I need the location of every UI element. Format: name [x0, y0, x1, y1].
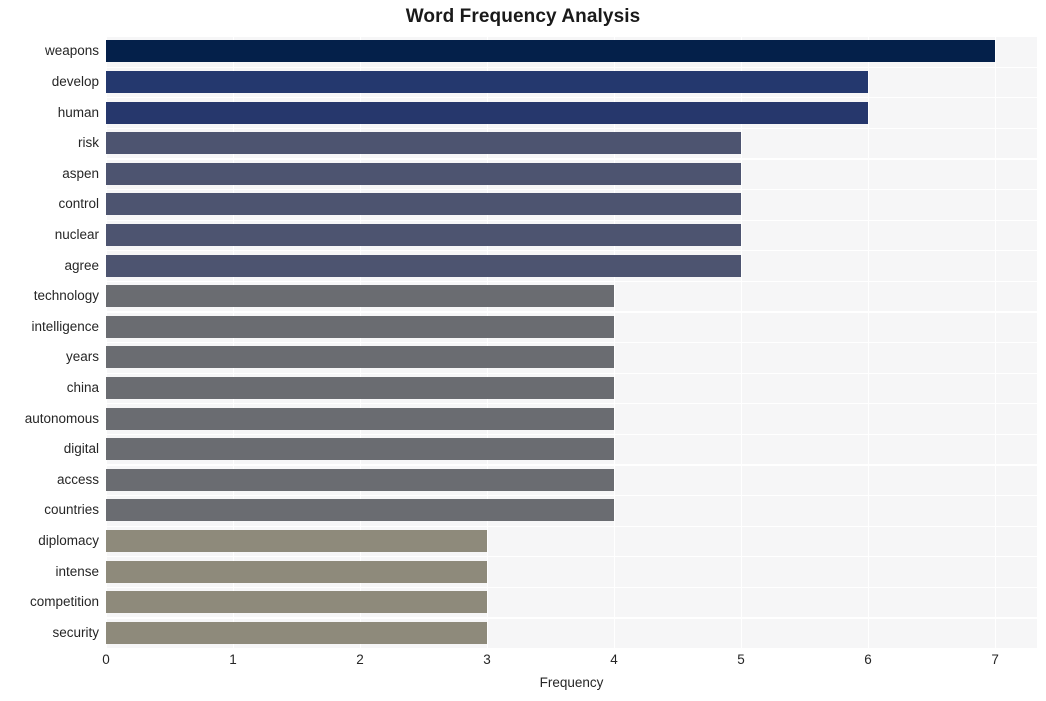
y-axis-label-weapons: weapons — [44, 43, 99, 59]
x-axis-tick-3: 3 — [483, 652, 491, 667]
y-axis-label-risk: risk — [78, 135, 99, 151]
y-axis-label-diplomacy: diplomacy — [38, 532, 99, 548]
y-axis-label-control: control — [58, 196, 99, 212]
bar-intelligence[interactable] — [106, 315, 615, 338]
y-axis-label-china: china — [66, 379, 99, 395]
x-axis-title: Frequency — [539, 675, 604, 690]
y-axis-label-years: years — [65, 349, 99, 365]
plot-area — [106, 36, 1037, 650]
bar-years[interactable] — [106, 346, 615, 369]
bar-china[interactable] — [106, 376, 615, 399]
x-axis-tick-5: 5 — [737, 652, 745, 667]
bar-aspen[interactable] — [106, 162, 742, 185]
x-axis-tick-7: 7 — [991, 652, 999, 667]
y-axis-label-security: security — [52, 624, 99, 640]
y-axis-label-intelligence: intelligence — [31, 318, 99, 334]
bar-control[interactable] — [106, 193, 742, 216]
word-frequency-chart: Word Frequency Analysis weapons develop hu… — [0, 0, 1046, 701]
y-axis-label-countries: countries — [44, 502, 99, 518]
bar-autonomous[interactable] — [106, 407, 615, 430]
x-axis-tick-labels: 0 1 2 3 4 5 6 7 — [0, 652, 1046, 672]
x-axis-tick-6: 6 — [864, 652, 872, 667]
y-axis-label-agree: agree — [64, 257, 99, 273]
bar-security[interactable] — [106, 621, 488, 644]
bar-nuclear[interactable] — [106, 223, 742, 246]
bar-weapons[interactable] — [106, 40, 996, 63]
y-axis-label-develop: develop — [51, 73, 99, 89]
bar-intense[interactable] — [106, 560, 488, 583]
y-axis-label-access: access — [56, 471, 99, 487]
x-axis-tick-1: 1 — [229, 652, 237, 667]
y-axis-label-human: human — [57, 104, 99, 120]
bar-agree[interactable] — [106, 254, 742, 277]
y-axis-labels: weapons develop human risk aspen control nucle… — [0, 36, 99, 648]
y-axis-label-autonomous: autonomous — [24, 410, 99, 426]
y-axis-label-competition: competition — [29, 594, 99, 610]
bars-layer — [106, 36, 1037, 648]
bar-risk[interactable] — [106, 132, 742, 155]
bar-competition[interactable] — [106, 591, 488, 614]
bar-digital[interactable] — [106, 438, 615, 461]
bar-countries[interactable] — [106, 499, 615, 522]
bar-technology[interactable] — [106, 285, 615, 308]
gridline-horizontal — [106, 648, 1037, 650]
x-axis-tick-4: 4 — [610, 652, 618, 667]
y-axis-label-digital: digital — [63, 441, 99, 457]
y-axis-label-aspen: aspen — [62, 165, 99, 181]
x-axis-tick-2: 2 — [356, 652, 364, 667]
y-axis-label-technology: technology — [33, 288, 99, 304]
bar-develop[interactable] — [106, 70, 869, 93]
bar-diplomacy[interactable] — [106, 529, 488, 552]
y-axis-label-intense: intense — [55, 563, 99, 579]
bar-access[interactable] — [106, 468, 615, 491]
x-axis-tick-0: 0 — [102, 652, 110, 667]
bar-human[interactable] — [106, 101, 869, 124]
y-axis-label-nuclear: nuclear — [54, 226, 99, 242]
chart-title: Word Frequency Analysis — [405, 6, 641, 27]
